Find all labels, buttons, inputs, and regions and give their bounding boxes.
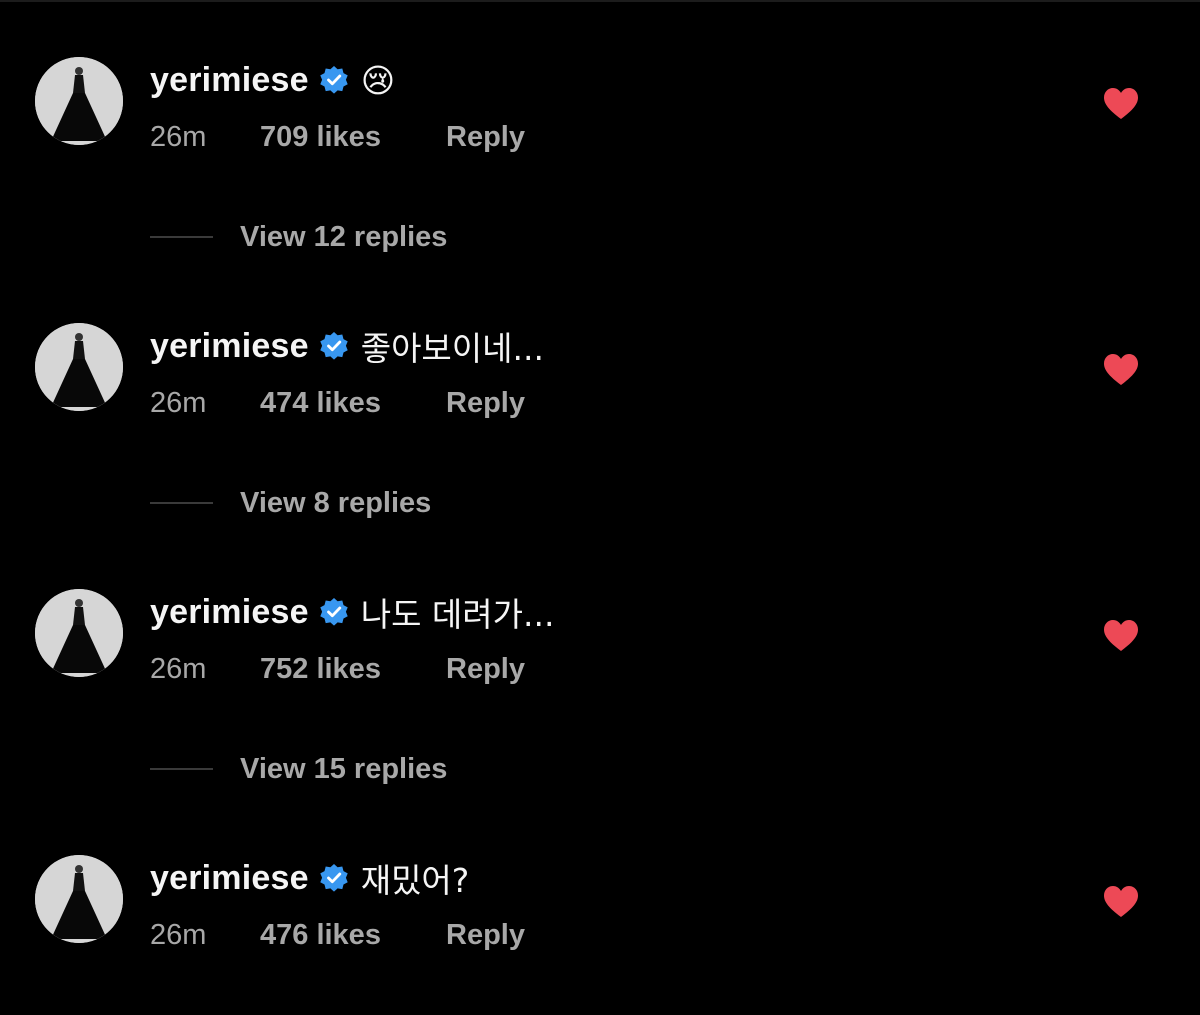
avatar[interactable] [35,589,123,677]
likes-count[interactable]: 752 likes [260,653,446,686]
timestamp: 26m [150,386,207,419]
heart-icon[interactable] [1103,353,1139,387]
comment-header: yerimiese 나도 데려가... [150,589,554,635]
avatar[interactable] [35,57,123,145]
username[interactable]: yerimiese [150,61,309,100]
comment-meta: 26m 474 likes Reply [150,383,525,423]
likes-count[interactable]: 474 likes [260,387,446,420]
view-replies-label: View 12 replies [240,220,448,253]
heart-icon[interactable] [1103,619,1139,653]
comment-meta: 26m 476 likes Reply [150,915,525,955]
comment-item: yerimiese 재밌어? 26m 476 likes Reply [0,855,1200,965]
view-replies-button[interactable]: View 15 replies [150,749,447,789]
view-replies-button[interactable]: View 12 replies [150,217,447,257]
avatar-dress-image [35,323,123,411]
comment-text: 나도 데려가... [360,595,555,634]
view-replies-line [150,768,213,770]
likes-count[interactable]: 476 likes [260,919,446,952]
view-replies-label: View 15 replies [240,752,448,785]
verified-badge-icon [320,332,348,360]
view-replies-label: View 8 replies [240,486,432,519]
comment-meta: 26m 752 likes Reply [150,649,525,689]
comment-item: yerimiese 나도 데려가... 26m 752 likes Reply [0,589,1200,699]
avatar-dress-image [35,57,123,145]
username[interactable]: yerimiese [150,593,309,632]
comment-text: 재밌어? [360,861,470,900]
verified-badge-icon [320,598,348,626]
view-replies-line [150,502,213,504]
reply-button[interactable]: Reply [446,121,525,154]
top-divider [0,0,1200,2]
comment-header: yerimiese 좋아보이네... [150,323,544,369]
heart-icon[interactable] [1103,885,1139,919]
comment-text: 😢 [360,60,396,100]
heart-icon[interactable] [1103,87,1139,121]
likes-count[interactable]: 709 likes [260,121,446,154]
avatar-dress-image [35,855,123,943]
comment-header: yerimiese 😢 [150,57,395,103]
comment-item: yerimiese 좋아보이네... 26m 474 likes Reply [0,323,1200,433]
timestamp: 26m [150,652,207,685]
comment-item: yerimiese 😢 26m 709 likes Reply [0,57,1200,167]
avatar[interactable] [35,855,123,943]
timestamp: 26m [150,120,207,153]
timestamp: 26m [150,918,207,951]
reply-button[interactable]: Reply [446,387,525,420]
username[interactable]: yerimiese [150,327,309,366]
view-replies-line [150,236,213,238]
view-replies-button[interactable]: View 8 replies [150,483,431,523]
username[interactable]: yerimiese [150,859,309,898]
comment-header: yerimiese 재밌어? [150,855,469,901]
reply-button[interactable]: Reply [446,653,525,686]
avatar-dress-image [35,589,123,677]
verified-badge-icon [320,864,348,892]
comment-meta: 26m 709 likes Reply [150,117,525,157]
verified-badge-icon [320,66,348,94]
comment-text: 좋아보이네... [360,329,544,368]
reply-button[interactable]: Reply [446,919,525,952]
avatar[interactable] [35,323,123,411]
